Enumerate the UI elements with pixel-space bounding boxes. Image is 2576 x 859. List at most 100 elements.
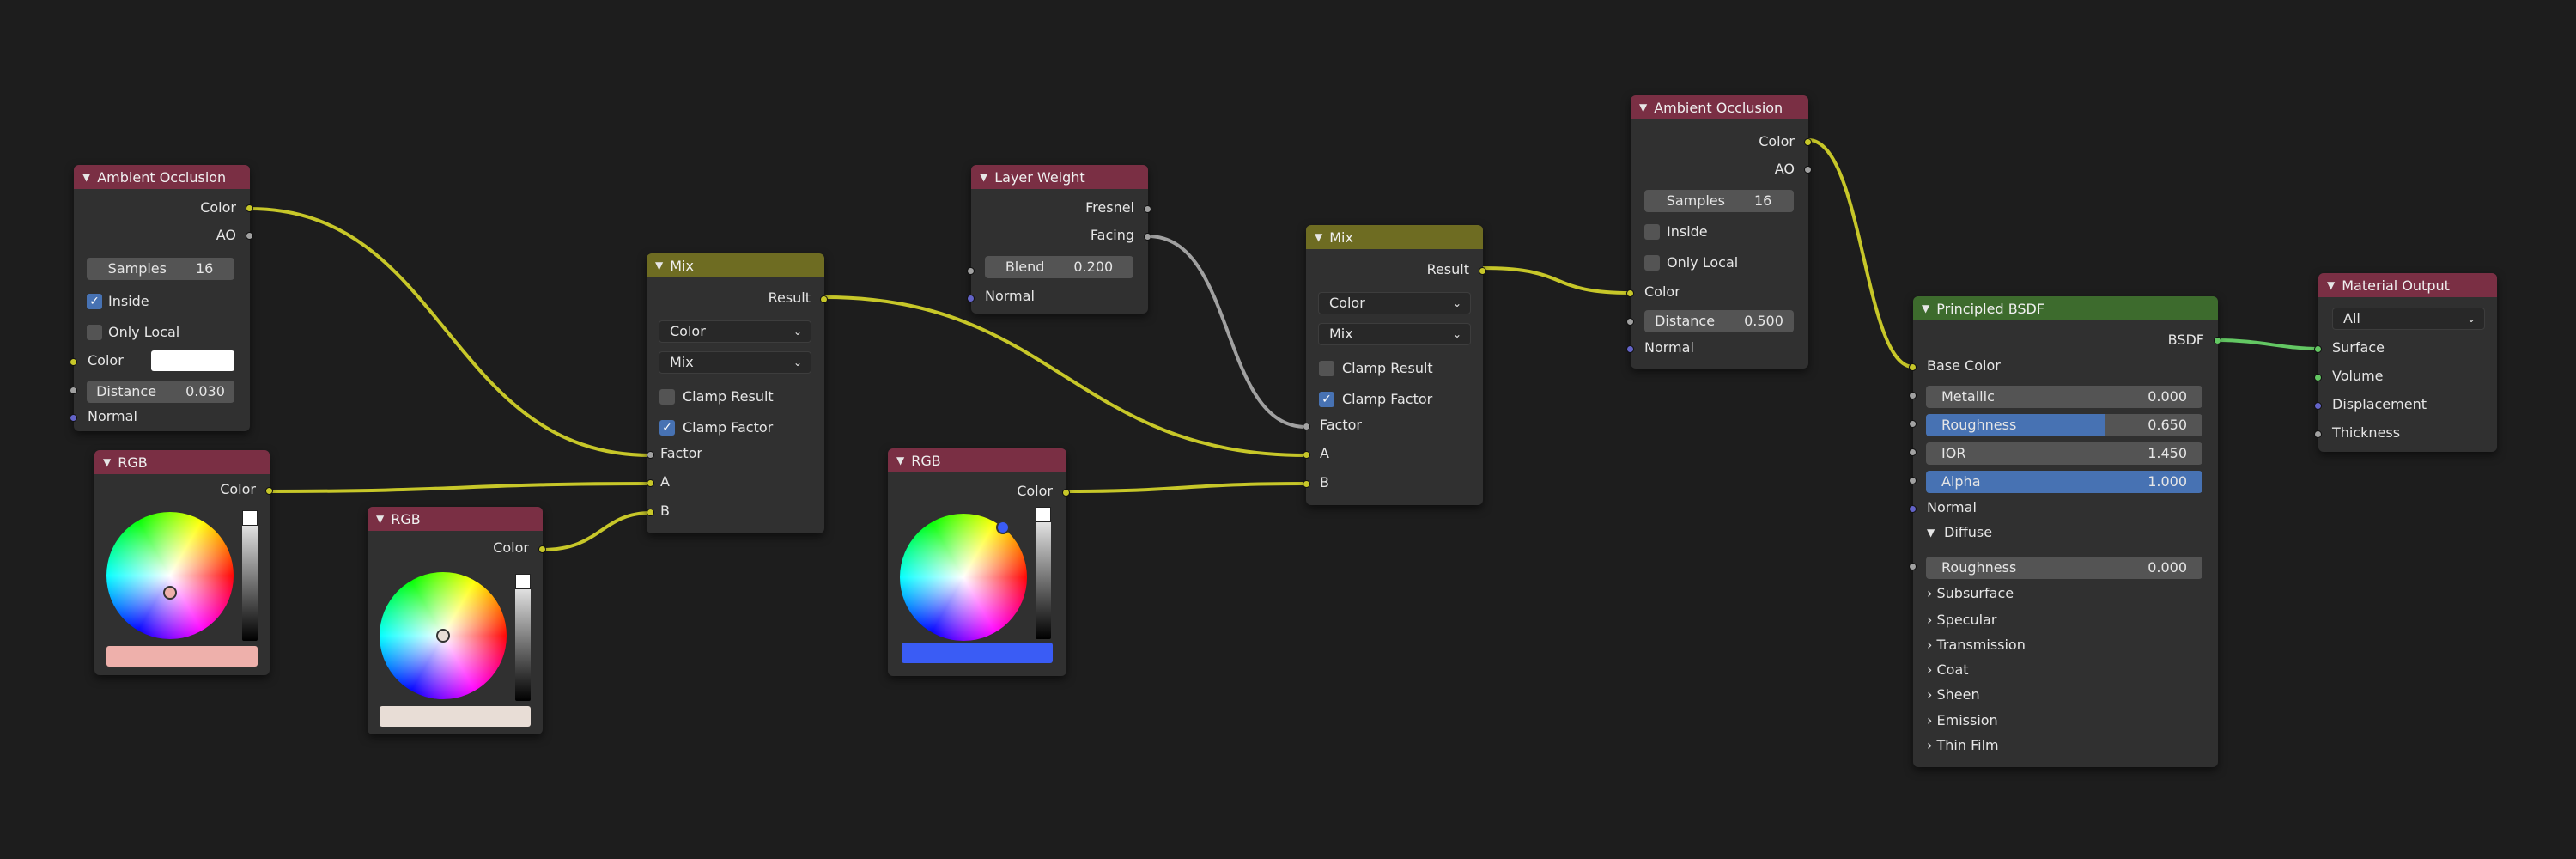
chevron-down-icon[interactable]: ▼ — [2327, 279, 2335, 291]
color-wheel[interactable] — [106, 512, 234, 639]
clamp-factor-checkbox[interactable]: ✓ — [1319, 392, 1334, 407]
node-header[interactable]: ▼ RGB — [94, 450, 270, 474]
input-ior-socket[interactable] — [1909, 448, 1917, 456]
input-distance-socket[interactable] — [70, 387, 77, 394]
node-header[interactable]: ▼ Ambient Occlusion — [74, 165, 250, 189]
clamp-result-checkbox[interactable] — [659, 389, 675, 405]
color-swatch[interactable] — [106, 646, 258, 667]
input-diffuse-roughness-socket[interactable] — [1909, 563, 1917, 570]
input-blend-socket[interactable] — [967, 267, 975, 275]
panel-emission[interactable]: › Emission — [1927, 712, 1998, 728]
chevron-down-icon[interactable]: ▼ — [1927, 527, 1935, 539]
panel-thin-film[interactable]: › Thin Film — [1927, 737, 1999, 753]
material-output-node[interactable]: ▼ Material Output All ⌄ Surface Volume Dis… — [2314, 273, 2497, 452]
distance-field[interactable]: Distance 0.030 — [87, 381, 234, 403]
chevron-down-icon[interactable]: ▼ — [376, 513, 384, 525]
value-slider-handle[interactable] — [1036, 507, 1051, 522]
diffuse-roughness-slider[interactable]: Roughness 0.000 — [1926, 557, 2202, 579]
chevron-down-icon[interactable]: ▼ — [1922, 302, 1929, 314]
panel-transmission[interactable]: › Transmission — [1927, 637, 2026, 653]
metallic-slider[interactable]: Metallic 0.000 — [1926, 386, 2202, 408]
output-bsdf-socket[interactable] — [2214, 337, 2221, 344]
inside-checkbox[interactable]: ✓ — [87, 294, 102, 309]
color-wheel-cursor[interactable] — [996, 521, 1010, 534]
chevron-down-icon[interactable]: ▼ — [655, 259, 663, 271]
clamp-result-checkbox[interactable] — [1319, 361, 1334, 376]
panel-subsurface[interactable]: › Subsurface — [1927, 585, 2014, 601]
color-wheel[interactable] — [380, 572, 507, 699]
output-facing-socket[interactable] — [1144, 233, 1151, 241]
blend-field[interactable]: Blend 0.200 — [985, 256, 1133, 278]
node-header[interactable]: ▼ RGB — [368, 507, 543, 531]
alpha-slider[interactable]: Alpha 1.000 — [1926, 471, 2202, 493]
node-header[interactable]: ▼ Principled BSDF — [1913, 296, 2218, 320]
color-swatch[interactable] — [380, 706, 531, 727]
diffuse-roughness-value: 0.000 — [2148, 559, 2187, 576]
ambient-occlusion-node-1[interactable]: ▼ Ambient Occlusion Color AO Samples 16 ✓ … — [70, 165, 253, 431]
clamp-factor-checkbox[interactable]: ✓ — [659, 420, 675, 436]
ambient-occlusion-node-2[interactable]: ▼ Ambient Occlusion Color AO Samples 16 In… — [1626, 95, 1812, 369]
layer-weight-node[interactable]: ▼ Layer Weight Fresnel Facing Blend 0.200 … — [967, 165, 1151, 314]
value-slider[interactable] — [1036, 507, 1051, 639]
output-color-socket[interactable] — [1062, 489, 1070, 497]
principled-bsdf-node[interactable]: ▼ Principled BSDF BSDF Base Color Metalli… — [1909, 296, 2221, 767]
output-ao-socket[interactable] — [1804, 166, 1812, 174]
target-dropdown[interactable]: All ⌄ — [2332, 308, 2485, 330]
data-type-dropdown[interactable]: Color ⌄ — [1318, 292, 1471, 314]
roughness-slider[interactable]: Roughness 0.650 — [1926, 414, 2202, 436]
panel-coat[interactable]: › Coat — [1927, 661, 1969, 678]
only-local-checkbox[interactable] — [87, 325, 102, 340]
blend-mode-dropdown[interactable]: Mix ⌄ — [1318, 323, 1471, 345]
output-color-socket[interactable] — [265, 487, 273, 495]
node-header[interactable]: ▼ Ambient Occlusion — [1631, 95, 1808, 119]
chevron-down-icon[interactable]: ▼ — [1639, 101, 1647, 113]
samples-field[interactable]: Samples 16 — [87, 258, 234, 280]
input-roughness-socket[interactable] — [1909, 420, 1917, 428]
input-distance-socket[interactable] — [1626, 318, 1634, 326]
ior-slider[interactable]: IOR 1.450 — [1926, 442, 2202, 465]
rgb-node-3[interactable]: ▼ RGB Color — [888, 448, 1070, 676]
output-result-socket[interactable] — [820, 295, 828, 303]
input-metallic-socket[interactable] — [1909, 392, 1917, 399]
output-color-socket[interactable] — [1804, 138, 1812, 146]
distance-field[interactable]: Distance 0.500 — [1644, 310, 1794, 332]
color-wheel[interactable] — [900, 514, 1027, 641]
chevron-down-icon[interactable]: ▼ — [82, 171, 90, 183]
rgb-node-2[interactable]: ▼ RGB Color — [368, 507, 546, 734]
input-alpha-socket[interactable] — [1909, 477, 1917, 484]
output-fresnel-socket[interactable] — [1144, 205, 1151, 213]
value-slider[interactable] — [515, 574, 531, 701]
inside-checkbox[interactable] — [1644, 224, 1660, 240]
mix-node-1[interactable]: ▼ Mix Result Color ⌄ Mix ⌄ Clamp Result ✓ C… — [647, 253, 828, 533]
value-slider-handle[interactable] — [515, 574, 531, 589]
chevron-down-icon[interactable]: ▼ — [103, 456, 111, 468]
diffuse-panel-header[interactable]: Diffuse — [1944, 524, 1992, 540]
panel-sheen[interactable]: › Sheen — [1927, 686, 1980, 703]
value-slider-handle[interactable] — [242, 510, 258, 526]
output-color-socket[interactable] — [538, 545, 546, 553]
blend-mode-dropdown[interactable]: Mix ⌄ — [659, 351, 811, 374]
data-type-dropdown[interactable]: Color ⌄ — [659, 320, 811, 343]
color-swatch[interactable] — [902, 643, 1053, 663]
rgb-node-1[interactable]: ▼ RGB Color — [94, 450, 273, 675]
output-ao-socket[interactable] — [246, 232, 253, 240]
mix-node-2[interactable]: ▼ Mix Result Color ⌄ Mix ⌄ Clamp Result ✓ C… — [1303, 225, 1486, 505]
chevron-down-icon[interactable]: ▼ — [980, 171, 987, 183]
output-facing-label: Facing — [1090, 227, 1134, 243]
color-swatch[interactable] — [151, 350, 234, 371]
node-header[interactable]: ▼ Mix — [1306, 225, 1483, 249]
node-header[interactable]: ▼ RGB — [888, 448, 1066, 472]
output-result-socket[interactable] — [1479, 267, 1486, 275]
color-wheel-cursor[interactable] — [436, 629, 450, 643]
only-local-checkbox[interactable] — [1644, 255, 1660, 271]
panel-specular[interactable]: › Specular — [1927, 612, 1996, 628]
chevron-down-icon[interactable]: ▼ — [1315, 231, 1322, 243]
output-color-socket[interactable] — [246, 204, 253, 212]
node-header[interactable]: ▼ Material Output — [2318, 273, 2497, 297]
value-slider[interactable] — [242, 510, 258, 641]
samples-field[interactable]: Samples 16 — [1644, 190, 1794, 212]
node-header[interactable]: ▼ Layer Weight — [971, 165, 1148, 189]
chevron-down-icon[interactable]: ▼ — [896, 454, 904, 466]
node-header[interactable]: ▼ Mix — [647, 253, 824, 277]
color-wheel-cursor[interactable] — [163, 586, 177, 600]
